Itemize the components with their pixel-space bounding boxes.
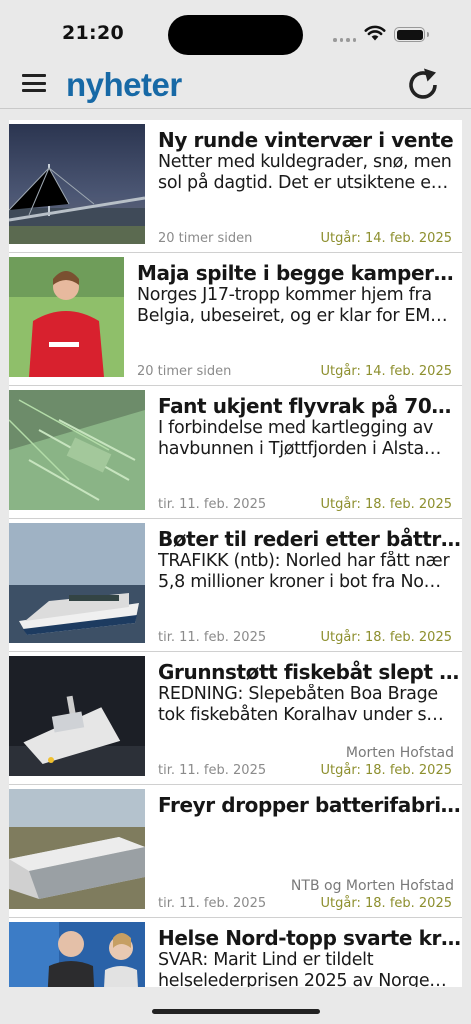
article-date: tir. 11. feb. 2025: [158, 763, 267, 778]
article-date: tir. 11. feb. 2025: [158, 896, 267, 911]
article-title: Ny runde vintervær i vente: [158, 128, 454, 152]
article-author: NTB og Morten Hofstad: [290, 878, 454, 894]
article-date: 20 timer siden: [137, 364, 232, 379]
article-author: Morten Hofstad: [345, 745, 454, 761]
article-expiry: Utgår: 18. feb. 2025: [320, 630, 452, 645]
article-lead: SVAR: Marit Lind er tildelt helselederpr…: [158, 950, 447, 987]
article-thumbnail: [9, 257, 124, 377]
article-date: tir. 11. feb. 2025: [158, 630, 267, 645]
article-title: Maja spilte i begge kamper…: [137, 261, 454, 285]
status-bar: 21:20: [0, 0, 471, 62]
article-lead: I forbindelse med kartlegging av havbunn…: [158, 418, 442, 459]
article-thumbnail: [9, 523, 145, 643]
article-expiry: Utgår: 14. feb. 2025: [320, 231, 452, 246]
article-card[interactable]: Maja spilte i begge kamper… Norges J17-t…: [9, 253, 462, 386]
wifi-icon: [364, 25, 386, 41]
nav-divider: [0, 108, 471, 109]
article-card[interactable]: Fant ukjent flyvrak på 70… I forbindelse…: [9, 386, 462, 519]
status-time: 21:20: [62, 22, 124, 44]
article-thumbnail: [9, 656, 145, 776]
article-expiry: Utgår: 18. feb. 2025: [320, 763, 452, 778]
article-thumbnail: [9, 789, 145, 909]
article-date: tir. 11. feb. 2025: [158, 497, 267, 512]
article-lead: REDNING: Slepebåten Boa Brage tok fiskeb…: [158, 684, 444, 725]
article-card[interactable]: Grunnstøtt fiskebåt slept t… REDNING: Sl…: [9, 652, 462, 785]
cellular-signal-icon: [333, 38, 356, 42]
article-title: Fant ukjent flyvrak på 70…: [158, 394, 451, 418]
article-expiry: Utgår: 18. feb. 2025: [320, 497, 452, 512]
article-lead: Norges J17-tropp kommer hjem fra Belgia,…: [137, 285, 448, 326]
article-card[interactable]: Freyr dropper batterifabri… NTB og Morte…: [9, 785, 462, 918]
battery-icon: [394, 27, 429, 42]
top-nav-bar: nyheter: [0, 62, 471, 108]
article-expiry: Utgår: 14. feb. 2025: [320, 364, 452, 379]
article-lead: TRAFIKK (ntb): Norled har fått nær 5,8 m…: [158, 551, 450, 592]
article-feed[interactable]: Ny runde vintervær i vente Netter med ku…: [9, 120, 462, 987]
home-indicator[interactable]: [152, 1009, 320, 1014]
article-title: Bøter til rederi etter båttrø…: [158, 527, 462, 551]
article-thumbnail: [9, 390, 145, 510]
article-title: Helse Nord-topp svarte kri…: [158, 926, 462, 950]
hamburger-menu-icon[interactable]: [22, 73, 46, 93]
article-card[interactable]: Bøter til rederi etter båttrø… TRAFIKK (…: [9, 519, 462, 652]
article-thumbnail: [9, 124, 145, 244]
article-lead: Netter med kuldegrader, snø, men sol på …: [158, 152, 452, 193]
app-title: nyheter: [66, 66, 182, 103]
article-card[interactable]: Ny runde vintervær i vente Netter med ku…: [9, 120, 462, 253]
article-thumbnail: [9, 922, 145, 987]
article-title: Freyr dropper batterifabri…: [158, 793, 461, 817]
refresh-icon[interactable]: [404, 66, 442, 104]
article-date: 20 timer siden: [158, 231, 253, 246]
article-title: Grunnstøtt fiskebåt slept t…: [158, 660, 462, 684]
dynamic-island: [168, 15, 303, 55]
article-expiry: Utgår: 18. feb. 2025: [320, 896, 452, 911]
article-card[interactable]: Helse Nord-topp svarte kri… SVAR: Marit …: [9, 918, 462, 987]
